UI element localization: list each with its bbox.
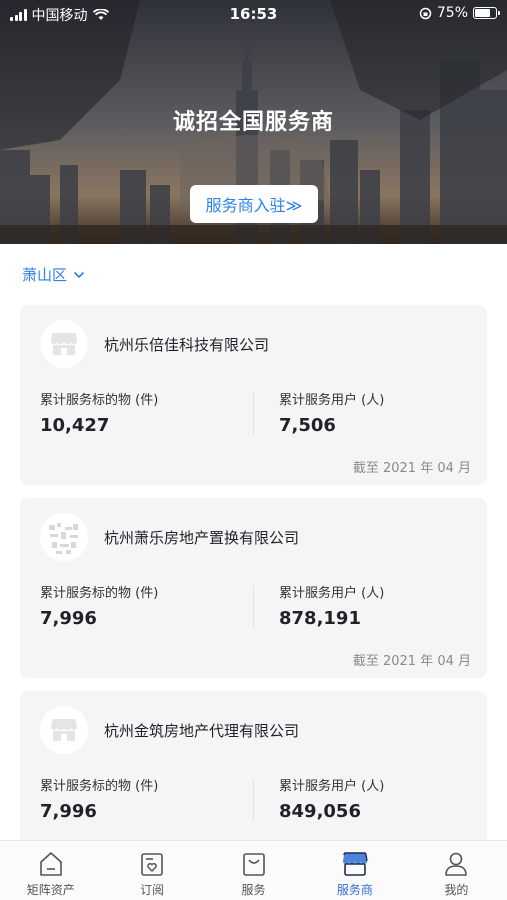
items-label: 累计服务标的物 (件)	[40, 779, 159, 794]
hero-banner: 中国移动 16:53 75% 诚招全国服务商 服务商入驻≫	[0, 0, 507, 244]
users-label: 累计服务用户 (人)	[279, 586, 385, 601]
items-label: 累计服务标的物 (件)	[40, 393, 159, 408]
tab-label: 服务	[241, 883, 266, 897]
provider-card[interactable]: 杭州萧乐房地产置换有限公司 累计服务标的物 (件) 7,996 累计服务用户 (…	[20, 498, 487, 678]
tab-label: 我的	[444, 883, 469, 897]
users-label: 累计服务用户 (人)	[279, 393, 385, 408]
user-icon	[445, 852, 468, 876]
users-value: 849,056	[279, 801, 361, 822]
items-value: 10,427	[40, 415, 110, 436]
chevron-down-icon	[73, 271, 85, 278]
status-right: 75%	[419, 5, 500, 21]
as-of-date: 截至 2021 年 04 月	[352, 654, 471, 669]
hero-title: 诚招全国服务商	[172, 110, 334, 135]
bottom-tab-bar: 矩阵资产 订阅 服务 服务商 我的	[0, 840, 507, 900]
bag-icon	[242, 853, 265, 876]
users-value: 7,506	[279, 415, 336, 436]
items-label: 累计服务标的物 (件)	[40, 586, 159, 601]
tab-service[interactable]: 服务	[203, 841, 304, 900]
items-value: 7,996	[40, 608, 97, 629]
region-label: 萧山区	[22, 266, 68, 284]
tab-label: 服务商	[336, 883, 373, 897]
provider-name: 杭州乐倍佳科技有限公司	[104, 336, 270, 354]
subscribe-icon	[141, 853, 163, 876]
tab-mine[interactable]: 我的	[406, 841, 507, 900]
battery-percent: 75%	[436, 5, 468, 21]
region-selector[interactable]: 萧山区	[22, 264, 85, 285]
store-logo-icon	[40, 706, 88, 754]
store-icon	[342, 852, 368, 876]
home-icon	[39, 852, 62, 876]
tab-matrix-assets[interactable]: 矩阵资产	[0, 841, 101, 900]
battery-icon	[473, 7, 500, 19]
tab-service-provider[interactable]: 服务商	[304, 841, 405, 900]
users-label: 累计服务用户 (人)	[279, 779, 385, 794]
status-bar: 中国移动 16:53 75%	[0, 0, 507, 28]
provider-logo-image	[40, 513, 88, 561]
provider-name: 杭州金筑房地产代理有限公司	[104, 722, 300, 740]
items-value: 7,996	[40, 801, 97, 822]
users-value: 878,191	[279, 608, 361, 629]
tab-subscribe[interactable]: 订阅	[101, 841, 202, 900]
as-of-date: 截至 2021 年 04 月	[352, 461, 471, 476]
join-as-provider-button[interactable]: 服务商入驻≫	[190, 185, 318, 223]
divider	[253, 393, 254, 435]
tab-label: 矩阵资产	[26, 883, 75, 897]
tab-label: 订阅	[140, 883, 165, 897]
provider-name: 杭州萧乐房地产置换有限公司	[104, 529, 300, 547]
divider	[253, 586, 254, 628]
orientation-lock-icon	[419, 7, 432, 19]
provider-card[interactable]: 杭州乐倍佳科技有限公司 累计服务标的物 (件) 10,427 累计服务用户 (人…	[20, 305, 487, 485]
divider	[253, 779, 254, 821]
store-logo-icon	[40, 320, 88, 368]
